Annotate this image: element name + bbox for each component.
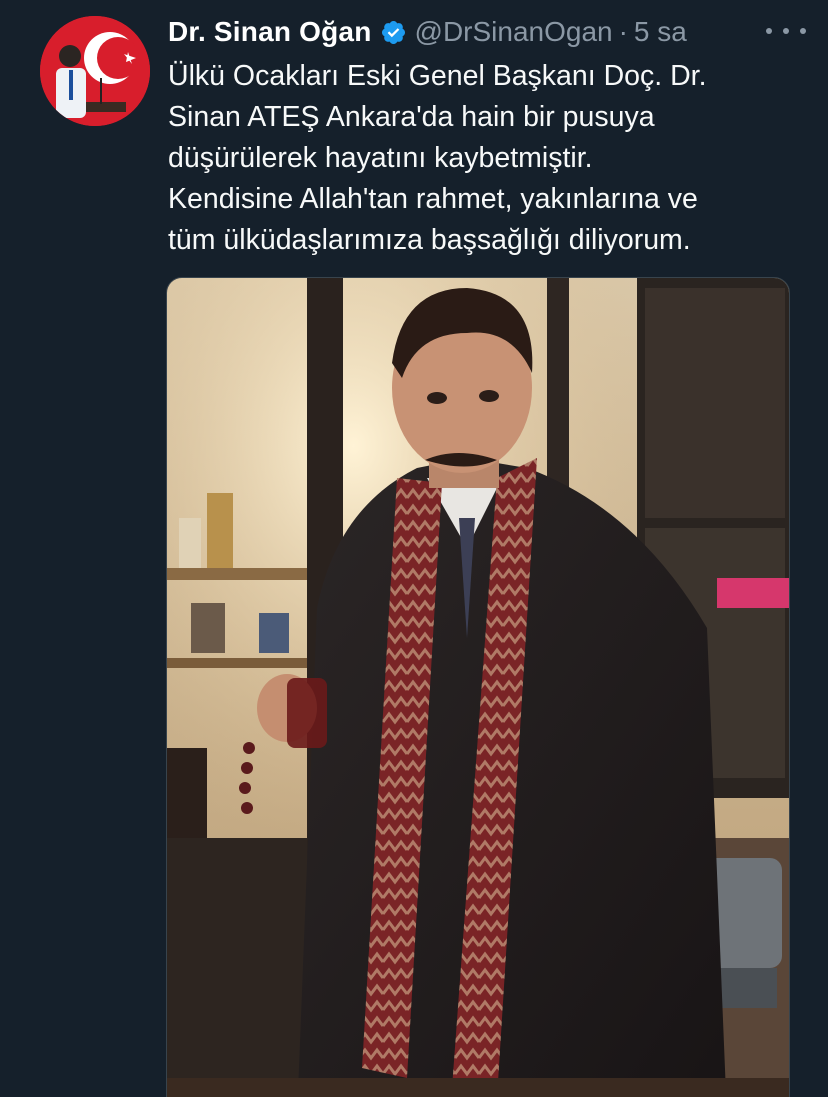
tweet-timestamp[interactable]: 5 sa	[634, 16, 687, 48]
author-handle[interactable]: @DrSinanOgan	[415, 16, 613, 48]
author-name[interactable]: Dr. Sinan Oğan	[168, 16, 372, 48]
tweet-text-line: Ülkü Ocakları Eski Genel Başkanı Doç. Dr…	[168, 60, 707, 92]
tweet-text-line: tüm ülküdaşlarımıza başsağlığı diliyorum…	[168, 224, 691, 256]
tweet-text-line: Sinan ATEŞ Ankara'da hain bir pusuya	[168, 101, 655, 133]
tweet-text: Ülkü Ocakları Eski Genel Başkanı Doç. Dr…	[168, 56, 798, 261]
avatar-image	[40, 16, 150, 126]
tweet-text-line: düşürülerek hayatını kaybetmiştir.	[168, 142, 593, 174]
separator-dot: ·	[618, 16, 628, 47]
tweet-header: Dr. Sinan Oğan @DrSinanOgan · 5 sa	[168, 12, 808, 52]
tweet-text-line: Kendisine Allah'tan rahmet, yakınlarına …	[168, 183, 698, 215]
avatar[interactable]	[40, 16, 150, 126]
more-options-icon[interactable]	[766, 22, 806, 40]
photo-man-in-coat-image	[167, 278, 789, 1097]
tweet-photo[interactable]	[166, 277, 790, 1097]
verified-badge-icon	[380, 19, 407, 46]
tweet[interactable]: Dr. Sinan Oğan @DrSinanOgan · 5 sa Ülkü …	[0, 0, 828, 1097]
